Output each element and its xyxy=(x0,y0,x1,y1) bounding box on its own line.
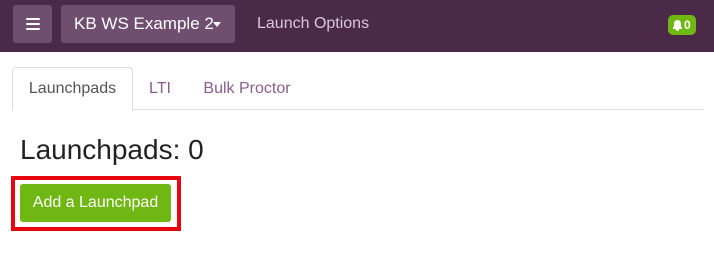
caret-down-icon xyxy=(213,22,221,27)
workspace-label: KB WS Example 2 xyxy=(74,14,214,33)
bell-icon xyxy=(673,19,682,31)
notifications-badge[interactable]: 0 xyxy=(668,15,696,35)
tab-lti[interactable]: LTI xyxy=(140,67,180,110)
tab-launchpads[interactable]: Launchpads xyxy=(12,67,133,111)
tab-bulk-proctor[interactable]: Bulk Proctor xyxy=(194,67,300,110)
top-navbar: KB WS Example 2 Launch Options 0 xyxy=(0,0,714,52)
menu-button[interactable] xyxy=(13,5,52,43)
tab-bar: Launchpads LTI Bulk Proctor xyxy=(12,67,704,111)
launch-options-link[interactable]: Launch Options xyxy=(257,15,369,33)
workspace-dropdown-button[interactable]: KB WS Example 2 xyxy=(61,5,235,43)
add-launchpad-button[interactable]: Add a Launchpad xyxy=(20,184,171,222)
notification-count: 0 xyxy=(684,18,691,32)
page-title: Launchpads: 0 xyxy=(20,134,204,165)
hamburger-icon xyxy=(25,18,40,30)
